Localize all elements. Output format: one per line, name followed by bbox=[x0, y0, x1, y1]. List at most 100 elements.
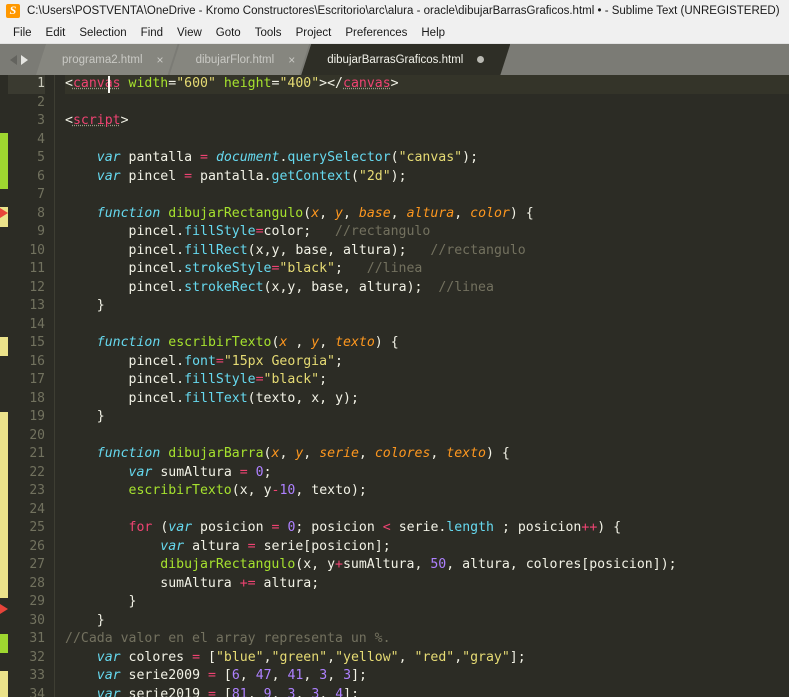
fold-marker-icon[interactable] bbox=[0, 604, 8, 614]
line-number: 2 bbox=[37, 94, 45, 110]
code-line[interactable] bbox=[65, 131, 789, 150]
line-number: 16 bbox=[29, 353, 45, 369]
menu-item-view[interactable]: View bbox=[170, 25, 209, 41]
menu-bar: File Edit Selection Find View Goto Tools… bbox=[0, 22, 789, 44]
line-number: 10 bbox=[29, 242, 45, 258]
menu-item-help[interactable]: Help bbox=[414, 25, 452, 41]
code-line[interactable]: <script> bbox=[65, 112, 789, 131]
code-line[interactable]: pincel.fillRect(x,y, base, altura); //re… bbox=[65, 242, 789, 261]
line-number: 1 bbox=[8, 75, 45, 94]
code-line[interactable]: sumAltura += altura; bbox=[65, 575, 789, 594]
line-number: 4 bbox=[37, 131, 45, 147]
sublime-text-logo-icon bbox=[6, 3, 20, 18]
menu-item-project[interactable]: Project bbox=[289, 25, 339, 41]
code-line[interactable] bbox=[65, 427, 789, 446]
code-line[interactable]: var colores = ["blue","green","yellow", … bbox=[65, 649, 789, 668]
line-number: 26 bbox=[29, 538, 45, 554]
line-number: 32 bbox=[29, 649, 45, 665]
code-line[interactable]: pincel.fillStyle="black"; bbox=[65, 371, 789, 390]
code-line[interactable]: } bbox=[65, 408, 789, 427]
line-number: 20 bbox=[29, 427, 45, 443]
code-line[interactable]: pincel.fillText(texto, x, y); bbox=[65, 390, 789, 409]
code-line[interactable]: pincel.fillStyle=color; //rectangulo bbox=[65, 223, 789, 242]
menu-item-edit[interactable]: Edit bbox=[39, 25, 73, 41]
unsaved-changes-icon[interactable] bbox=[477, 56, 484, 63]
line-number: 6 bbox=[37, 168, 45, 184]
code-editor[interactable]: 1 2 3 4 5 6 7 8 9 10 11 12 13 14 15 16 17 18 19 20 21 22 23 24 2… bbox=[0, 75, 789, 697]
line-number: 14 bbox=[29, 316, 45, 332]
line-number: 24 bbox=[29, 501, 45, 517]
code-line[interactable]: escribirTexto(x, y-10, texto); bbox=[65, 482, 789, 501]
window-title-bar: C:\Users\POSTVENTA\OneDrive - Kromo Cons… bbox=[0, 0, 789, 22]
code-line[interactable]: var pincel = pantalla.getContext("2d"); bbox=[65, 168, 789, 187]
code-line[interactable] bbox=[65, 316, 789, 335]
tab-scroll-controls bbox=[0, 44, 36, 75]
code-line[interactable]: } bbox=[65, 612, 789, 631]
line-number: 7 bbox=[37, 187, 45, 202]
line-number: 21 bbox=[29, 446, 45, 461]
menu-item-file[interactable]: File bbox=[6, 25, 39, 41]
code-line[interactable]: var sumAltura = 0; bbox=[65, 464, 789, 483]
code-line[interactable]: } bbox=[65, 593, 789, 612]
code-line[interactable]: var altura = serie[posicion]; bbox=[65, 538, 789, 557]
gutter-marker-yellow bbox=[0, 337, 8, 356]
fold-marker-icon[interactable] bbox=[0, 208, 8, 218]
code-line[interactable]: var serie2019 = [81, 9, 3, 3, 4]; bbox=[65, 686, 789, 697]
menu-item-find[interactable]: Find bbox=[134, 25, 170, 41]
code-line[interactable]: function escribirTexto(x , y, texto) { bbox=[65, 334, 789, 353]
line-number: 13 bbox=[29, 298, 45, 313]
line-number: 18 bbox=[29, 390, 45, 406]
line-number: 9 bbox=[37, 224, 45, 239]
code-line[interactable] bbox=[65, 186, 789, 205]
tab-label: programa2.html bbox=[62, 53, 143, 66]
code-line[interactable]: //Cada valor en el array representa un %… bbox=[65, 630, 789, 649]
tab-dibujarbarrasgraficos[interactable]: dibujarBarrasGraficos.html bbox=[301, 44, 510, 75]
line-number: 29 bbox=[29, 594, 45, 609]
tab-dibujarflor[interactable]: dibujarFlor.html × bbox=[170, 44, 310, 75]
menu-item-preferences[interactable]: Preferences bbox=[338, 25, 414, 41]
line-number: 30 bbox=[29, 612, 45, 628]
close-icon[interactable]: × bbox=[288, 54, 295, 66]
line-number: 15 bbox=[29, 335, 45, 350]
tab-label: dibujarFlor.html bbox=[195, 53, 275, 66]
line-number: 22 bbox=[29, 464, 45, 480]
code-line[interactable]: function dibujarBarra(x, y, serie, color… bbox=[65, 445, 789, 464]
line-number: 11 bbox=[29, 261, 45, 276]
code-line[interactable]: function dibujarRectangulo(x, y, base, a… bbox=[65, 205, 789, 224]
line-number: 34 bbox=[29, 686, 45, 697]
line-number: 19 bbox=[29, 409, 45, 424]
line-number: 12 bbox=[29, 279, 45, 295]
line-number: 23 bbox=[29, 483, 45, 498]
gutter-marker-yellow bbox=[0, 671, 8, 697]
chevron-left-icon[interactable] bbox=[10, 54, 17, 65]
gutter-marker-green bbox=[0, 634, 8, 653]
line-number: 5 bbox=[37, 150, 45, 165]
tab-programa2[interactable]: programa2.html × bbox=[36, 44, 178, 75]
code-text-area[interactable]: <canvas width="600" height="400"></canva… bbox=[54, 75, 789, 697]
line-number: 31 bbox=[29, 631, 45, 646]
close-icon[interactable]: × bbox=[157, 54, 164, 66]
chevron-right-icon[interactable] bbox=[21, 54, 28, 65]
code-line[interactable]: dibujarRectangulo(x, y+sumAltura, 50, al… bbox=[65, 556, 789, 575]
menu-item-selection[interactable]: Selection bbox=[72, 25, 133, 41]
code-line[interactable]: var serie2009 = [6, 47, 41, 3, 3]; bbox=[65, 667, 789, 686]
menu-item-tools[interactable]: Tools bbox=[248, 25, 289, 41]
code-line[interactable]: for (var posicion = 0; posicion < serie.… bbox=[65, 519, 789, 538]
line-number: 27 bbox=[29, 557, 45, 572]
tab-label: dibujarBarrasGraficos.html bbox=[327, 53, 464, 66]
code-line[interactable]: var pantalla = document.querySelector("c… bbox=[65, 149, 789, 168]
code-line[interactable]: } bbox=[65, 297, 789, 316]
line-number: 8 bbox=[37, 205, 45, 221]
code-line[interactable] bbox=[65, 501, 789, 520]
code-line[interactable]: pincel.font="15px Georgia"; bbox=[65, 353, 789, 372]
gutter-marker-green bbox=[0, 133, 8, 189]
code-line[interactable]: <canvas width="600" height="400"></canva… bbox=[65, 75, 789, 94]
menu-item-goto[interactable]: Goto bbox=[209, 25, 248, 41]
line-number: 33 bbox=[29, 668, 45, 683]
code-line[interactable] bbox=[65, 94, 789, 113]
tab-strip-empty-space bbox=[502, 44, 789, 75]
code-line[interactable]: pincel.strokeStyle="black"; //linea bbox=[65, 260, 789, 279]
line-number-gutter: 1 2 3 4 5 6 7 8 9 10 11 12 13 14 15 16 17 18 19 20 21 22 23 24 2… bbox=[8, 75, 54, 697]
line-number: 25 bbox=[29, 520, 45, 535]
code-line[interactable]: pincel.strokeRect(x,y, base, altura); //… bbox=[65, 279, 789, 298]
